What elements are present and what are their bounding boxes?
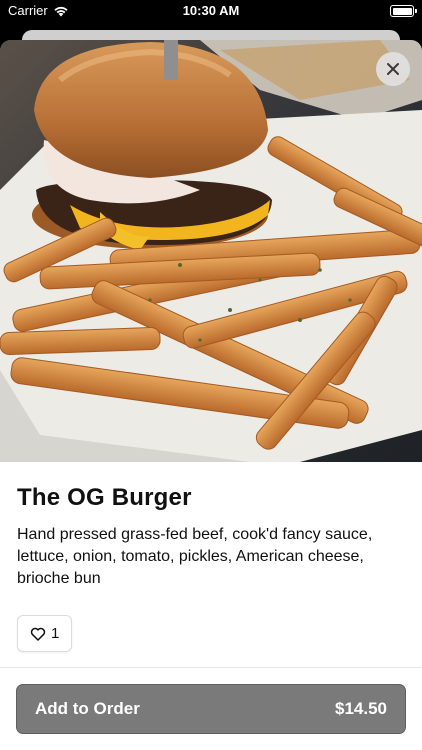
battery-icon (390, 5, 417, 17)
battery-fill (392, 7, 412, 15)
item-description: Hand pressed grass-fed beef, cook'd fanc… (17, 526, 373, 587)
like-button[interactable]: 1 (17, 615, 73, 652)
add-to-order-label: Add to Order (35, 699, 140, 718)
burger-and-fries-photo (0, 40, 422, 462)
status-time: 10:30 AM (182, 3, 240, 18)
heart-outline-icon (30, 627, 46, 641)
item-title: The OG Burger (17, 484, 192, 511)
footer-divider (0, 667, 422, 668)
close-icon (387, 63, 399, 75)
like-count: 1 (51, 625, 60, 642)
close-button[interactable] (376, 52, 410, 86)
item-detail-sheet: The OG Burger Hand pressed grass-fed bee… (0, 40, 422, 750)
item-price: $14.50 (335, 699, 387, 718)
add-to-order-button[interactable]: Add to Order $14.50 (16, 684, 406, 734)
item-photo (0, 40, 422, 462)
item-details: The OG Burger Hand pressed grass-fed bee… (17, 484, 407, 590)
status-bar: Carrier 10:30 AM (0, 0, 422, 24)
